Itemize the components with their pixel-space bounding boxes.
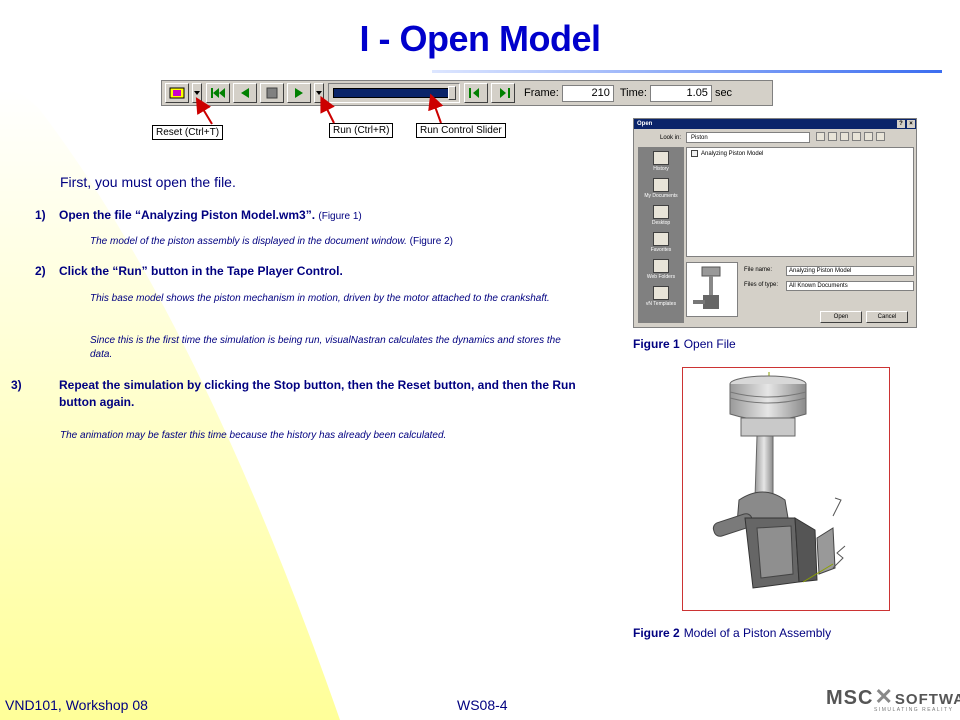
footer-page-number: WS08-4 (457, 697, 508, 713)
figure-reference: (Figure 2) (409, 236, 453, 247)
step-number: 2) (35, 264, 46, 278)
time-label: Time: (619, 87, 647, 99)
history-icon (653, 151, 669, 165)
dialog-toolbar (816, 132, 886, 143)
close-button[interactable]: × (907, 120, 915, 128)
dialog-titlebar: Open ? × (634, 119, 916, 129)
step-2: 2) Click the “Run” button in the Tape Pla… (35, 263, 595, 280)
run-control-slider[interactable] (328, 83, 460, 103)
favorites-icon (653, 232, 669, 246)
step-prev-frame-button[interactable] (464, 83, 488, 103)
templates-icon (652, 286, 669, 300)
reset-icon (169, 87, 185, 99)
desktop-icon (653, 205, 669, 219)
slider-track (333, 88, 449, 98)
file-type-label: Files of type: (744, 282, 779, 288)
look-in-label: Look in: (660, 135, 682, 141)
rewind-icon (211, 88, 225, 98)
slider-thumb[interactable] (448, 86, 456, 100)
place-history[interactable]: History (653, 151, 669, 172)
open-file-dialog: Open ? × Look in: Piston History My Docum… (633, 118, 917, 328)
chevron-down-icon (194, 91, 200, 95)
web-folder-icon (652, 259, 669, 273)
step-number: 1) (35, 208, 46, 222)
msc-software-logo: MSC✕SOFTWARE SIMULATING REALITY (826, 684, 960, 718)
note-1: The model of the piston assembly is disp… (90, 235, 570, 249)
place-favorites[interactable]: Favorites (651, 232, 671, 253)
place-my-documents[interactable]: My Documents (644, 178, 678, 199)
file-name-label: File name: (744, 267, 773, 273)
figure-reference: (Figure 1) (318, 211, 362, 222)
step-back-button[interactable] (233, 83, 257, 103)
note-text: The model of the piston assembly is disp… (90, 236, 407, 247)
figure-label: Figure 1 (633, 337, 680, 351)
step-forward-icon (500, 88, 510, 98)
figure-label: Figure 2 (633, 626, 680, 640)
tape-player-toolbar: Frame: 210 Time: 1.05 sec (161, 80, 773, 106)
note-2: This base model shows the piston mechani… (90, 293, 550, 304)
cancel-button[interactable]: Cancel (866, 311, 908, 323)
figure-text: Open File (683, 337, 736, 351)
step-text: Repeat the simulation by clicking the St… (59, 378, 576, 409)
note-4: The animation may be faster this time be… (60, 430, 447, 441)
stop-icon (266, 87, 278, 99)
list-item[interactable]: Analyzing Piston Model (691, 150, 909, 157)
slider-callout: Run Control Slider (416, 123, 506, 138)
intro-text: First, you must open the file. (60, 174, 236, 190)
play-reverse-icon (241, 88, 249, 98)
places-bar: History My Documents Desktop Favorites W… (638, 147, 684, 323)
frame-label: Frame: (524, 87, 559, 99)
frame-field[interactable]: 210 (561, 84, 614, 102)
reset-button[interactable] (165, 83, 189, 103)
place-vn-templates[interactable]: vN Templates (646, 286, 676, 307)
page-title: I - Open Model (359, 18, 602, 59)
time-field[interactable]: 1.05 (649, 84, 712, 102)
chevron-down-icon (316, 91, 322, 95)
piston-assembly-icon (712, 372, 846, 589)
file-icon (691, 150, 698, 157)
footer-course: VND101, Workshop 08 (5, 697, 148, 713)
folder-icon (653, 178, 669, 192)
run-callout: Run (Ctrl+R) (329, 123, 394, 138)
piston-preview-icon (693, 266, 721, 309)
delete-icon[interactable] (852, 132, 861, 141)
step-text: Open the file “Analyzing Piston Model.wm… (59, 208, 316, 222)
up-folder-icon[interactable] (828, 132, 837, 141)
file-preview (686, 262, 738, 317)
search-web-icon[interactable] (840, 132, 849, 141)
views-icon[interactable] (876, 132, 885, 141)
file-name-input[interactable]: Analyzing Piston Model (786, 266, 914, 276)
reset-callout: Reset (Ctrl+T) (152, 125, 224, 140)
help-button[interactable]: ? (897, 120, 905, 128)
step-number: 3) (11, 378, 22, 392)
open-button[interactable]: Open (820, 311, 862, 323)
look-in-select[interactable]: Piston (686, 132, 810, 143)
file-list: Analyzing Piston Model (686, 147, 914, 257)
stop-button[interactable] (260, 83, 284, 103)
note-3: Since this is the first time the simulat… (90, 335, 561, 360)
reset-dropdown[interactable] (192, 83, 202, 103)
step-3: 3) Repeat the simulation by clicking the … (11, 377, 595, 411)
dialog-title: Open (637, 121, 653, 127)
piston-assembly-figure (682, 367, 890, 611)
place-web-folders[interactable]: Web Folders (647, 259, 675, 280)
step-1: 1) Open the file “Analyzing Piston Model.… (35, 207, 595, 225)
back-icon[interactable] (816, 132, 825, 141)
figure-2-caption: Figure 2 Model of a Piston Assembly (633, 626, 831, 640)
play-icon (295, 88, 303, 98)
title-underline (432, 70, 942, 73)
figure-1-caption: Figure 1 Open File (633, 337, 736, 351)
place-desktop[interactable]: Desktop (652, 205, 670, 226)
time-unit: sec (714, 87, 733, 99)
step-next-frame-button[interactable] (491, 83, 515, 103)
file-type-select[interactable]: All Known Documents (786, 281, 914, 291)
rewind-button[interactable] (206, 83, 230, 103)
run-button[interactable] (287, 83, 311, 103)
step-back-icon (469, 88, 479, 98)
run-dropdown[interactable] (314, 83, 324, 103)
figure-text: Model of a Piston Assembly (683, 626, 832, 640)
step-text: Click the “Run” button in the Tape Playe… (59, 264, 343, 278)
logo-tagline: SIMULATING REALITY (874, 707, 954, 713)
new-folder-icon[interactable] (864, 132, 873, 141)
